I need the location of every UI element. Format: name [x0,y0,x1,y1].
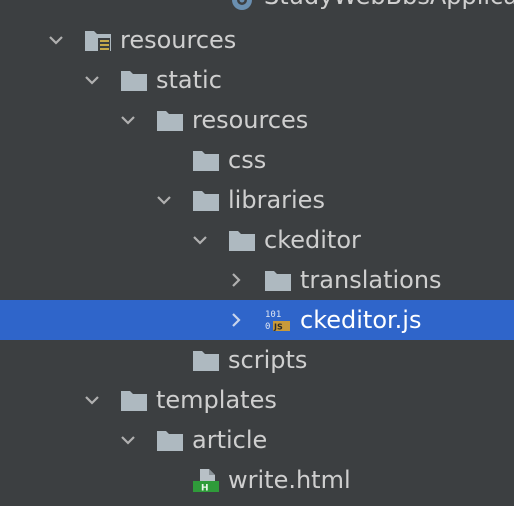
tree-row-scripts[interactable]: scripts [0,340,514,380]
tree-row-label: ckeditor [264,226,361,254]
tree-row-resources[interactable]: resources [0,20,514,60]
tree-row-label: article [192,426,268,454]
folder-icon [120,388,148,412]
folder-icon [192,348,220,372]
tree-row-label: write.html [228,466,351,494]
tree-row-label: resources [192,106,309,134]
folder-icon [192,188,220,212]
html-file-icon: H [192,468,220,492]
folder-icon [156,428,184,452]
folder-icon [264,268,292,292]
tree-row-label: libraries [228,186,325,214]
folder-icon [120,68,148,92]
project-tree: StudyWebBbsApplica resources static [0,0,514,506]
tree-row-ckeditor-js[interactable]: 101 0 JS ckeditor.js [0,300,514,340]
js-file-icon: 101 0 JS [264,308,292,332]
svg-text:101: 101 [265,310,281,320]
chevron-down-icon[interactable] [190,230,210,250]
chevron-right-icon[interactable] [226,310,246,330]
tree-row-label: templates [156,386,277,414]
tree-row-libraries[interactable]: libraries [0,180,514,220]
tree-row-label: css [228,146,267,174]
tree-row-label: static [156,66,222,94]
chevron-down-icon[interactable] [82,70,102,90]
chevron-down-icon[interactable] [118,430,138,450]
tree-row-write-html[interactable]: H write.html [0,460,514,500]
tree-row-label: StudyWebBbsApplica [264,0,514,10]
chevron-down-icon[interactable] [154,190,174,210]
tree-row-article[interactable]: article [0,420,514,460]
folder-icon [192,148,220,172]
chevron-down-icon[interactable] [46,30,66,50]
tree-row-label: resources [120,26,237,54]
svg-text:JS: JS [273,323,283,332]
tree-row-label: translations [300,266,442,294]
tree-row-static-resources[interactable]: resources [0,100,514,140]
tree-row-label: ckeditor.js [300,306,422,334]
tree-row-css[interactable]: css [0,140,514,180]
chevron-down-icon[interactable] [118,110,138,130]
tree-row-translations[interactable]: translations [0,260,514,300]
tree-row-static[interactable]: static [0,60,514,100]
tree-row-label: scripts [228,346,308,374]
svg-text:0: 0 [265,322,270,332]
resources-folder-icon [84,28,112,52]
chevron-down-icon[interactable] [82,390,102,410]
folder-icon [228,228,256,252]
chevron-right-icon[interactable] [226,270,246,290]
tree-row-templates[interactable]: templates [0,380,514,420]
folder-icon [156,108,184,132]
svg-text:H: H [201,484,209,493]
tree-row-ckeditor[interactable]: ckeditor [0,220,514,260]
spring-app-icon [228,0,256,12]
